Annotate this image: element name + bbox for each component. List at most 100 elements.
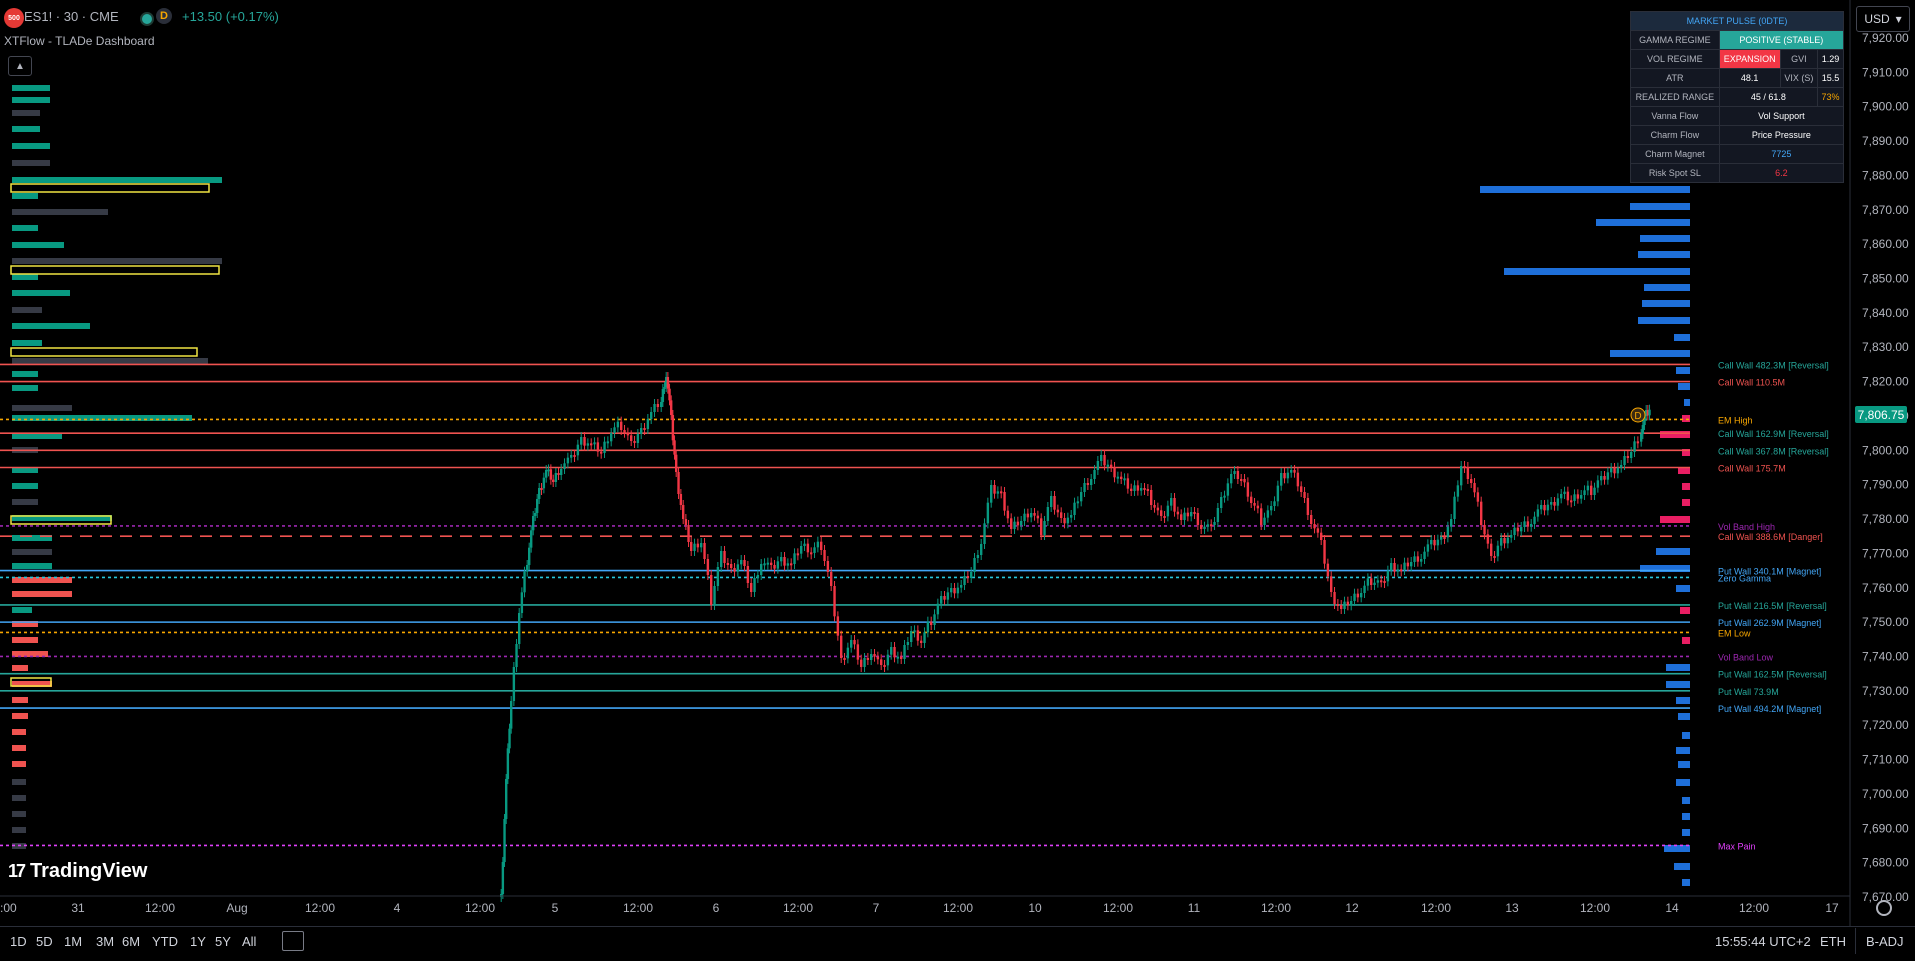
time-tick: 12:00 <box>1103 901 1133 915</box>
profile-bar <box>12 637 38 643</box>
candle <box>996 491 1000 494</box>
clock[interactable]: 15:55:44 UTC+2 <box>1715 934 1811 949</box>
data-badge[interactable]: D <box>156 8 172 24</box>
candle <box>773 565 776 569</box>
candle <box>603 441 606 453</box>
profile-bar <box>1682 829 1690 836</box>
candle <box>823 550 826 561</box>
level-label: Call Wall 482.3M [Reversal] <box>1718 360 1829 370</box>
candle <box>1170 498 1173 506</box>
pulse-sub-value: 1.29 <box>1817 49 1844 69</box>
candle <box>547 469 550 472</box>
candle <box>1636 441 1640 444</box>
candle <box>1533 516 1536 524</box>
price-tick: 7,730.00 <box>1862 684 1909 698</box>
candle <box>549 469 553 480</box>
time-tick: 12:00 <box>1580 901 1610 915</box>
candle <box>1223 495 1226 498</box>
symbol-title[interactable]: ES1! · 30 · CME <box>24 9 119 24</box>
gear-icon[interactable] <box>1876 900 1892 916</box>
candle <box>1053 496 1056 510</box>
candle <box>850 640 853 648</box>
candle <box>710 575 713 605</box>
indicator-name[interactable]: XTFlow - TLADe Dashboard <box>4 34 155 48</box>
timeframe-button-1y[interactable]: 1Y <box>190 934 206 949</box>
level-label: Vol Band High <box>1718 522 1775 532</box>
candle <box>663 387 666 389</box>
candle <box>600 451 603 454</box>
price-chart[interactable]: Call Wall 482.3M [Reversal] Call Wall 110… <box>0 0 1915 960</box>
candle <box>1050 496 1053 507</box>
candle <box>1363 585 1366 593</box>
candle <box>946 592 950 600</box>
time-tick: 12:00 <box>1421 901 1451 915</box>
candle <box>1023 513 1026 521</box>
pulse-label: REALIZED RANGE <box>1630 87 1720 107</box>
candle <box>780 557 783 562</box>
timeframe-button-5d[interactable]: 5D <box>36 934 53 949</box>
price-tick: 7,740.00 <box>1862 649 1909 663</box>
tradingview-name: TradingView <box>30 860 148 882</box>
timeframe-button-ytd[interactable]: YTD <box>152 934 178 949</box>
candle <box>783 557 786 566</box>
candle <box>986 502 990 524</box>
candle <box>990 485 993 503</box>
candle <box>1446 526 1450 538</box>
currency-selector[interactable]: USD ▾ <box>1856 6 1910 32</box>
price-change: +13.50 (+0.17%) <box>182 9 279 24</box>
candle <box>1333 592 1336 604</box>
candle <box>906 642 910 645</box>
profile-bar <box>12 85 50 91</box>
candle <box>1566 491 1570 501</box>
candle <box>830 572 833 586</box>
profile-bar <box>1610 350 1690 357</box>
candle <box>1380 580 1383 583</box>
candle <box>693 543 696 551</box>
candle <box>903 645 906 659</box>
candle <box>1493 556 1496 558</box>
tradingview-logo[interactable]: 17 TradingView <box>8 860 147 883</box>
timeframe-button-6m[interactable]: 6M <box>122 934 140 949</box>
candle <box>930 621 933 625</box>
timeframe-button-all[interactable]: All <box>242 934 256 949</box>
profile-bar <box>12 258 222 264</box>
candle <box>916 630 920 641</box>
profile-bar <box>12 371 38 377</box>
profile-bar <box>1666 664 1690 671</box>
time-tick: 12:00 <box>783 901 813 915</box>
calendar-icon[interactable] <box>282 931 304 951</box>
timeframe-button-1m[interactable]: 1M <box>64 934 82 949</box>
profile-bar <box>1480 186 1690 193</box>
candle <box>1593 487 1596 495</box>
candle <box>1250 496 1253 503</box>
timeframe-button-1d[interactable]: 1D <box>10 934 27 949</box>
candle <box>1473 483 1476 493</box>
chevron-up-icon[interactable]: ▲ <box>8 56 32 76</box>
candle <box>530 530 533 548</box>
candle <box>1536 509 1540 517</box>
timeframe-button-3m[interactable]: 3M <box>96 934 114 949</box>
candle <box>1553 502 1556 506</box>
price-tick: 7,840.00 <box>1862 306 1909 320</box>
session-toggle[interactable]: ETH <box>1820 934 1846 949</box>
candle <box>890 647 893 655</box>
pulse-label: Risk Spot SL <box>1630 163 1720 183</box>
candle <box>803 543 806 546</box>
candle <box>563 463 566 469</box>
pulse-sub-value: 15.5 <box>1817 68 1844 88</box>
timeframe-button-5y[interactable]: 5Y <box>215 934 231 949</box>
candle <box>1416 556 1420 562</box>
candle <box>1140 488 1143 491</box>
candle <box>1236 471 1240 479</box>
candle <box>1286 472 1290 479</box>
profile-bar <box>12 563 52 569</box>
candle <box>508 728 511 749</box>
candle <box>1186 512 1190 517</box>
level-label: Put Wall 216.5M [Reversal] <box>1718 601 1827 611</box>
candle <box>616 421 620 428</box>
candle <box>1096 461 1100 470</box>
candle <box>860 659 863 667</box>
candle <box>993 485 996 494</box>
price-tick: 7,770.00 <box>1862 546 1909 560</box>
adjustment-toggle[interactable]: B-ADJ <box>1866 934 1904 949</box>
